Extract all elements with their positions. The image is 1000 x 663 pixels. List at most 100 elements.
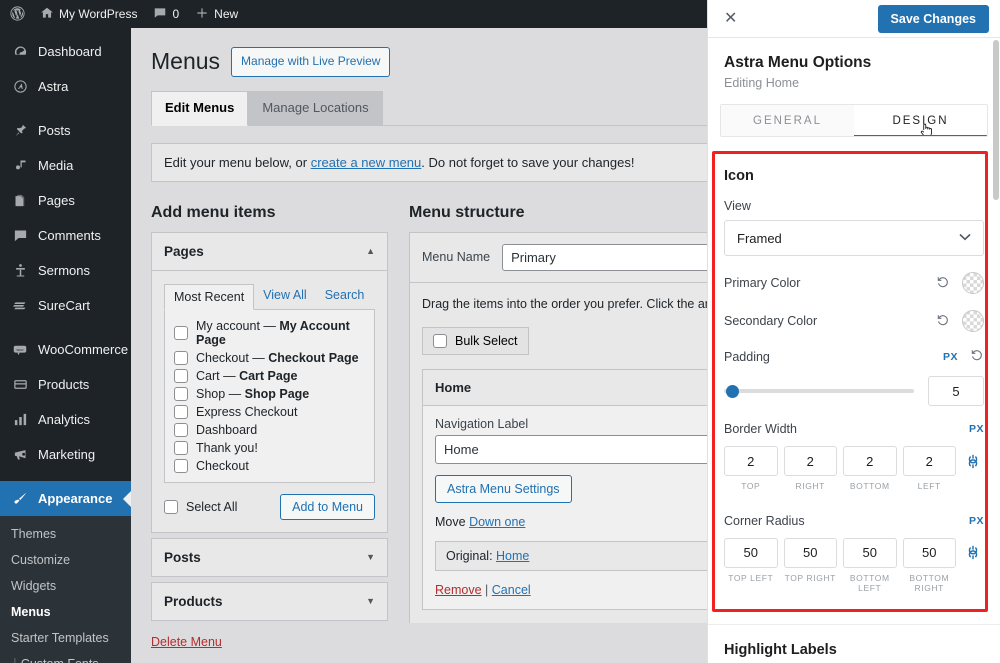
site-name-button[interactable]: My WordPress (32, 0, 145, 28)
dashboard-icon (11, 44, 29, 59)
border-width-left-input[interactable]: 2 (902, 446, 956, 476)
corner-radius-bottom-left-input[interactable]: 50 (843, 537, 897, 568)
reset-arrow-icon[interactable] (936, 275, 950, 292)
checkbox[interactable] (174, 458, 188, 473)
padding-value-input[interactable]: 5 (928, 376, 984, 406)
posts-accordion-header[interactable]: Posts ▼ (152, 539, 387, 576)
border-width-top-input[interactable]: 2 (724, 446, 778, 476)
sidebar-item-analytics[interactable]: Analytics (0, 402, 131, 437)
pages-tab-search[interactable]: Search (316, 283, 374, 309)
tab-general[interactable]: GENERAL (721, 105, 854, 136)
sidebar-subitem-menus[interactable]: Menus (0, 599, 131, 625)
tab-edit-menus[interactable]: Edit Menus (151, 90, 249, 126)
move-down-one-link[interactable]: Down one (469, 515, 525, 529)
astra-menu-settings-button[interactable]: Astra Menu Settings (435, 474, 572, 503)
list-item[interactable]: Checkout — Checkout Page (174, 349, 365, 367)
list-item[interactable]: Dashboard (174, 421, 365, 439)
sidebar-subitem-customize[interactable]: Customize (0, 547, 131, 573)
add-to-menu-button[interactable]: Add to Menu (280, 493, 375, 520)
remove-menu-item-link[interactable]: Remove (435, 583, 482, 597)
pages-tab-most-recent[interactable]: Most Recent (164, 283, 255, 310)
list-item[interactable]: Cart — Cart Page (174, 367, 365, 385)
reset-arrow-icon[interactable] (970, 348, 984, 365)
sidebar-subitem-themes[interactable]: Themes (0, 521, 131, 547)
sidebar-item-surecart[interactable]: SureCart (0, 288, 131, 323)
list-item[interactable]: Shop — Shop Page (174, 385, 365, 403)
sidebar-item-dashboard[interactable]: Dashboard (0, 34, 131, 69)
sidebar-item-media[interactable]: Media (0, 148, 131, 183)
view-label: View (724, 199, 751, 213)
secondary-color-right (936, 310, 984, 332)
cancel-menu-item-link[interactable]: Cancel (492, 583, 531, 597)
sidebar-item-astra[interactable]: Astra (0, 69, 131, 104)
pages-accordion-header[interactable]: Pages ▲ (152, 233, 387, 271)
sidebar-item-products[interactable]: Products (0, 367, 131, 402)
checkbox[interactable] (174, 422, 188, 437)
list-item[interactable]: My account — My Account Page (174, 317, 365, 349)
checkbox[interactable] (174, 350, 188, 365)
checkbox[interactable] (174, 386, 188, 401)
checkbox[interactable] (174, 325, 188, 340)
reset-arrow-icon[interactable] (936, 313, 950, 330)
sidebar-item-pages[interactable]: Pages (0, 183, 131, 218)
padding-slider[interactable] (724, 384, 914, 398)
new-content-button[interactable]: New (187, 0, 246, 28)
sidebar-subitem-widgets[interactable]: Widgets (0, 573, 131, 599)
view-select-value: Framed (737, 230, 782, 246)
primary-color-control: Primary Color (724, 272, 984, 294)
pages-tab-view-all[interactable]: View All (254, 283, 316, 309)
list-item[interactable]: Thank you! (174, 439, 365, 457)
sidebar-item-appearance[interactable]: Appearance (0, 481, 131, 516)
sidebar-subitem-starter-templates[interactable]: Starter Templates (0, 625, 131, 651)
border-width-right-input[interactable]: 2 (783, 446, 837, 476)
sidebar-subitem-label: Widgets (11, 579, 57, 593)
list-item[interactable]: Express Checkout (174, 403, 365, 421)
comments-button[interactable]: 0 (145, 0, 187, 28)
delete-menu-link[interactable]: Delete Menu (151, 635, 222, 649)
corner-radius-bottom-right-input[interactable]: 50 (902, 537, 956, 568)
plus-icon (195, 6, 209, 22)
list-item[interactable]: Checkout (174, 457, 365, 475)
chevron-down-icon: ▼ (366, 596, 375, 607)
view-select[interactable]: Framed (724, 220, 984, 256)
manage-with-live-preview-button[interactable]: Manage with Live Preview (231, 47, 391, 77)
padding-slider-thumb[interactable] (725, 384, 739, 398)
astra-panel-scrollbar[interactable] (993, 40, 999, 200)
wp-logo-button[interactable] (0, 0, 32, 28)
corner-radius-top-left-caption: TOP LEFT (728, 572, 774, 583)
border-width-bottom-input[interactable]: 2 (843, 446, 897, 476)
sidebar-item-label: Comments (38, 228, 101, 243)
select-all-row[interactable]: Select All (164, 499, 237, 514)
bulk-select-toggle[interactable]: Bulk Select (422, 326, 529, 355)
save-changes-button[interactable]: Save Changes (877, 4, 989, 33)
select-all-checkbox[interactable] (164, 499, 178, 514)
corner-radius-top-right-input[interactable]: 50 (783, 537, 837, 568)
secondary-color-swatch[interactable] (962, 310, 984, 332)
sidebar-subitem-custom-fonts[interactable]: └Custom Fonts (0, 651, 131, 663)
tab-manage-locations[interactable]: Manage Locations (248, 90, 383, 125)
border-width-label: Border Width (724, 422, 797, 436)
close-x-icon[interactable]: ✕ (724, 10, 737, 27)
page-title: Menus (151, 48, 221, 74)
original-page-link[interactable]: Home (496, 549, 529, 563)
sidebar-item-marketing[interactable]: Marketing (0, 437, 131, 472)
link-chain-icon[interactable] (962, 538, 984, 568)
create-new-menu-link[interactable]: create a new menu (311, 155, 422, 170)
checkbox[interactable] (174, 440, 188, 455)
checkbox[interactable] (174, 368, 188, 383)
primary-color-swatch[interactable] (962, 272, 984, 294)
sidebar-item-comments[interactable]: Comments (0, 218, 131, 253)
checkbox[interactable] (174, 404, 188, 419)
corner-radius-top-left-input[interactable]: 50 (724, 537, 778, 568)
border-width-unit-px[interactable]: PX (969, 423, 984, 435)
corner-radius-control-header: Corner Radius PX (724, 514, 984, 528)
products-accordion-header[interactable]: Products ▼ (152, 583, 387, 620)
link-chain-icon[interactable] (962, 446, 984, 476)
sidebar-item-woocommerce[interactable]: woo WooCommerce (0, 332, 131, 367)
sidebar-item-sermons[interactable]: Sermons (0, 253, 131, 288)
corner-radius-unit-px[interactable]: PX (969, 515, 984, 527)
tab-design[interactable]: DESIGN (854, 105, 987, 136)
sidebar-item-posts[interactable]: Posts (0, 113, 131, 148)
padding-unit-px[interactable]: PX (943, 351, 958, 363)
bulk-select-checkbox[interactable] (433, 333, 447, 348)
